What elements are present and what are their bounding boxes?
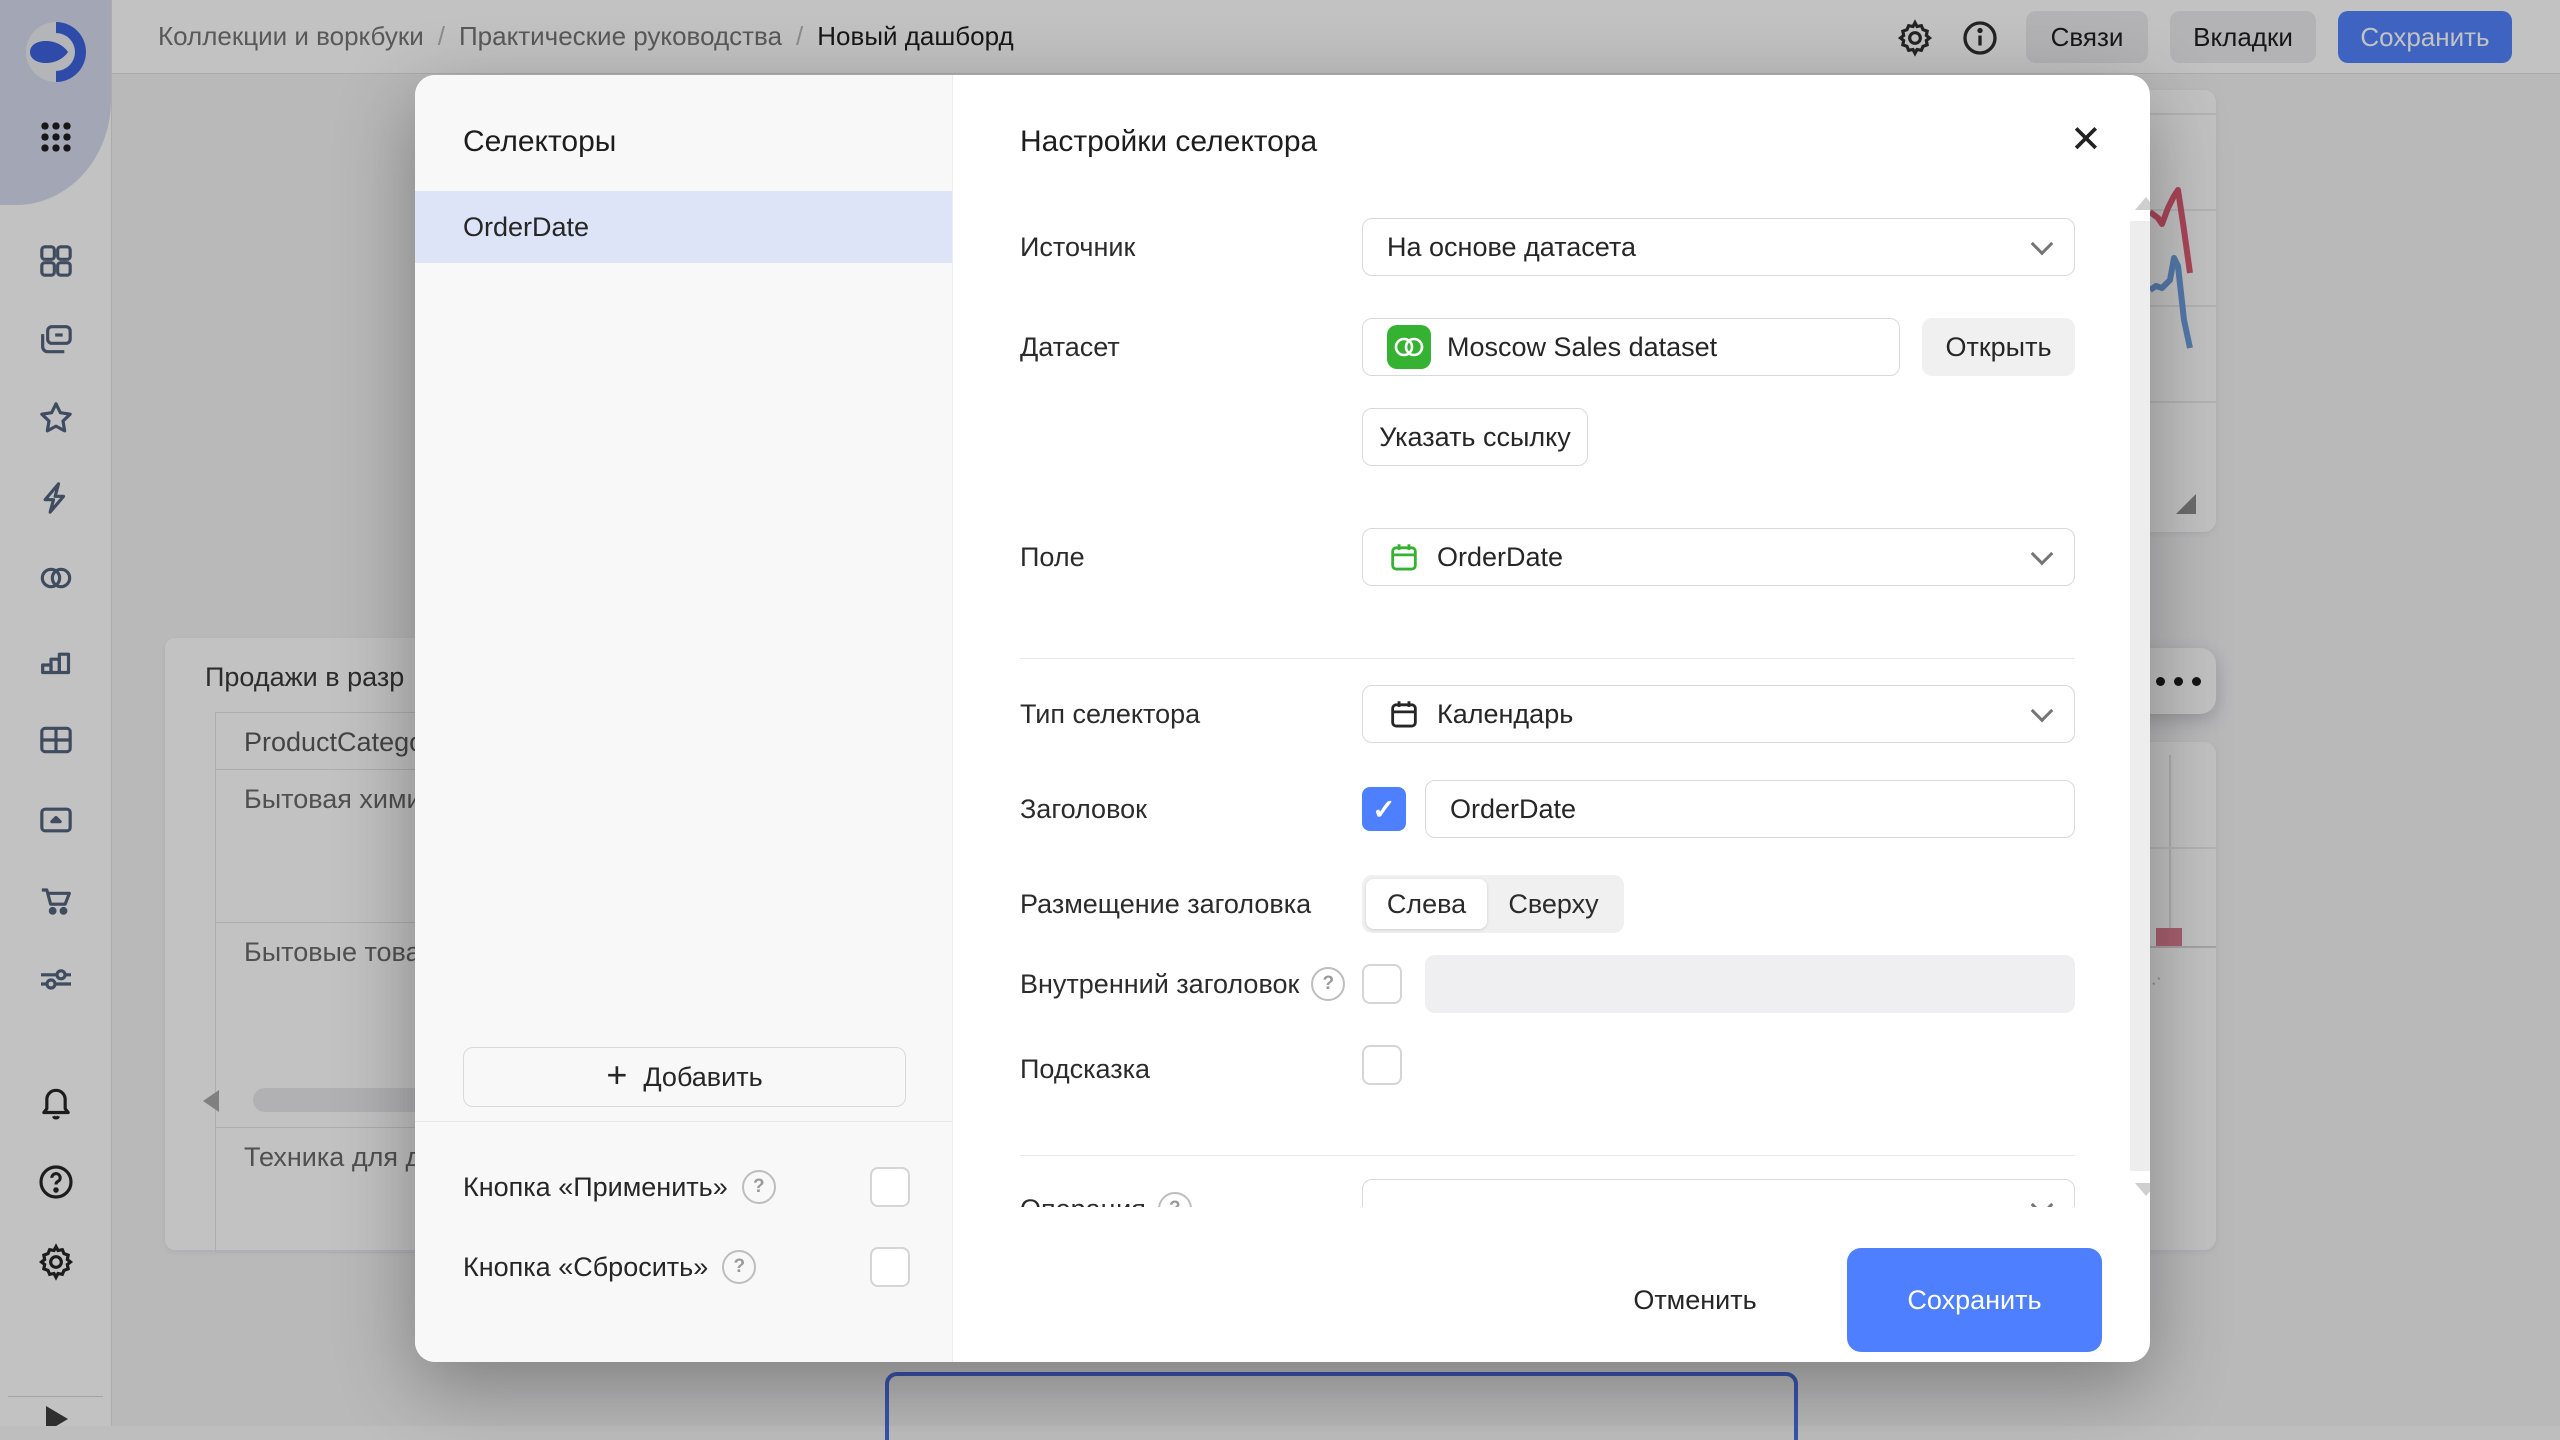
- help-icon[interactable]: [1311, 967, 1345, 1001]
- settings-panel-title: Настройки селектора: [1020, 125, 1317, 159]
- chevron-down-icon: [2031, 1194, 2054, 1207]
- left-panel-divider: [415, 1121, 952, 1122]
- hint-label: Подсказка: [1020, 1051, 1150, 1087]
- dataset-green-icon: [1387, 325, 1431, 369]
- inner-title-input-disabled: [1425, 955, 2075, 1013]
- close-icon[interactable]: ✕: [2070, 121, 2102, 159]
- plus-icon: +: [606, 1057, 627, 1093]
- title-value: OrderDate: [1450, 794, 1576, 825]
- settings-scroll-area: Источник На основе датасета Датасет Mosc…: [952, 171, 2150, 1207]
- open-dataset-button[interactable]: Открыть: [1922, 318, 2075, 376]
- field-select[interactable]: OrderDate: [1362, 528, 2075, 586]
- source-label: Источник: [1020, 229, 1135, 265]
- save-button[interactable]: Сохранить: [1847, 1248, 2102, 1352]
- inner-title-row: Внутренний заголовок: [1020, 966, 1345, 1002]
- source-value: На основе датасета: [1387, 232, 1636, 263]
- apply-button-checkbox[interactable]: [870, 1167, 910, 1207]
- help-icon[interactable]: [722, 1250, 756, 1284]
- section-divider: [1020, 658, 2075, 659]
- dataset-value: Moscow Sales dataset: [1447, 332, 1717, 363]
- selectors-dialog: Селекторы OrderDate + Добавить Кнопка «П…: [415, 75, 2150, 1362]
- title-label: Заголовок: [1020, 791, 1147, 827]
- help-icon[interactable]: [1158, 1192, 1192, 1207]
- chevron-down-icon: [2031, 233, 2054, 256]
- operation-label: Операция: [1020, 1194, 1146, 1208]
- help-icon[interactable]: [742, 1170, 776, 1204]
- reset-button-checkbox[interactable]: [870, 1247, 910, 1287]
- cancel-button[interactable]: Отменить: [1595, 1248, 1795, 1352]
- title-checkbox[interactable]: [1362, 787, 1406, 831]
- operation-row: Операция: [1020, 1191, 1192, 1207]
- hint-checkbox[interactable]: [1362, 1045, 1402, 1085]
- scrollbar-thumb[interactable]: [2130, 221, 2150, 1171]
- reset-row-label: Кнопка «Сбросить»: [463, 1252, 708, 1283]
- selectors-panel-title: Селекторы: [463, 125, 616, 159]
- dataset-label: Датасет: [1020, 329, 1120, 365]
- selector-type-value: Календарь: [1437, 699, 1573, 730]
- add-button-label: Добавить: [643, 1062, 762, 1093]
- calendar-icon: [1387, 697, 1421, 731]
- scrollbar-down-arrow[interactable]: [2135, 1183, 2150, 1196]
- operation-select[interactable]: [1362, 1179, 2075, 1207]
- screen: Коллекции и воркбуки / Практические руко…: [0, 0, 2560, 1440]
- apply-row-label: Кнопка «Применить»: [463, 1172, 728, 1203]
- field-label: Поле: [1020, 539, 1085, 575]
- selector-type-select[interactable]: Календарь: [1362, 685, 2075, 743]
- placement-option-left[interactable]: Слева: [1366, 879, 1487, 929]
- placement-option-top[interactable]: Сверху: [1487, 889, 1620, 920]
- chevron-down-icon: [2031, 543, 2054, 566]
- selector-list-item[interactable]: OrderDate: [415, 191, 952, 263]
- reset-button-row: Кнопка «Сбросить»: [463, 1247, 756, 1287]
- inner-title-label: Внутренний заголовок: [1020, 969, 1299, 1000]
- apply-button-row: Кнопка «Применить»: [463, 1167, 776, 1207]
- scrollbar-up-arrow[interactable]: [2135, 197, 2150, 210]
- inner-title-checkbox[interactable]: [1362, 964, 1402, 1004]
- source-select[interactable]: На основе датасета: [1362, 218, 2075, 276]
- specify-link-button[interactable]: Указать ссылку: [1362, 408, 1588, 466]
- chevron-down-icon: [2031, 700, 2054, 723]
- section-divider: [1020, 1155, 2075, 1156]
- placement-label: Размещение заголовка: [1020, 886, 1311, 922]
- selector-type-label: Тип селектора: [1020, 696, 1200, 732]
- dataset-field[interactable]: Moscow Sales dataset: [1362, 318, 1900, 376]
- calendar-green-icon: [1387, 540, 1421, 574]
- placement-segmented-control: Слева Сверху: [1362, 875, 1624, 933]
- field-value: OrderDate: [1437, 542, 1563, 573]
- add-selector-button[interactable]: + Добавить: [463, 1047, 906, 1107]
- selector-item-label: OrderDate: [463, 212, 589, 243]
- title-input[interactable]: OrderDate: [1425, 780, 2075, 838]
